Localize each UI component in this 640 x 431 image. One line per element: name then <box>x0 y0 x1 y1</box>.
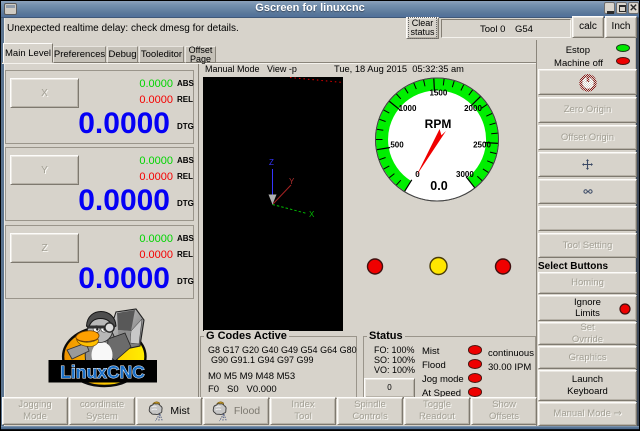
svg-text:3000: 3000 <box>456 170 474 179</box>
svg-text:1000: 1000 <box>399 104 417 113</box>
svg-text:2500: 2500 <box>473 141 491 150</box>
svg-text:LinuxCNC: LinuxCNC <box>60 362 145 382</box>
svg-text:X: X <box>309 210 315 219</box>
svg-text:0.0: 0.0 <box>430 179 447 193</box>
svg-text:2000: 2000 <box>464 104 482 113</box>
svg-text:500: 500 <box>390 141 404 150</box>
svg-text:1500: 1500 <box>430 89 448 98</box>
svg-text:0: 0 <box>415 170 420 179</box>
svg-text:Y: Y <box>289 177 295 186</box>
svg-text:Z: Z <box>269 158 274 167</box>
svg-text:RPM: RPM <box>425 117 452 131</box>
